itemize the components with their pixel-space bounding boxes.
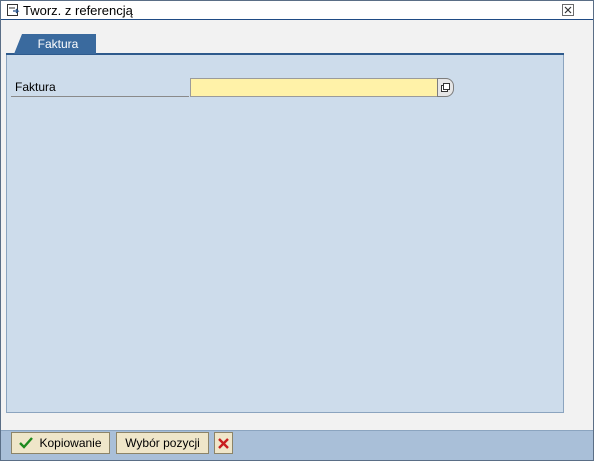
value-help-icon	[441, 83, 450, 92]
faktura-label: Faktura	[11, 78, 189, 97]
tab-panel	[6, 55, 564, 413]
cancel-icon	[218, 437, 229, 449]
window-title: Tworz. z referencją	[23, 2, 133, 18]
select-items-label: Wybór pozycji	[125, 436, 200, 450]
close-icon	[564, 6, 572, 14]
close-button[interactable]	[562, 4, 574, 16]
cancel-button[interactable]	[214, 432, 233, 454]
checkmark-icon	[19, 437, 34, 449]
window-icon	[6, 3, 20, 17]
title-bar: Tworz. z referencją	[1, 1, 593, 20]
faktura-input[interactable]	[190, 78, 437, 97]
copy-button-label: Kopiowanie	[39, 436, 102, 450]
dialog-window: Tworz. z referencją Faktura Faktura Kopi…	[0, 0, 594, 461]
copy-button[interactable]: Kopiowanie	[11, 432, 110, 454]
tab-faktura[interactable]: Faktura	[14, 34, 96, 54]
value-help-button[interactable]	[437, 78, 454, 97]
select-items-button[interactable]: Wybór pozycji	[116, 432, 209, 454]
